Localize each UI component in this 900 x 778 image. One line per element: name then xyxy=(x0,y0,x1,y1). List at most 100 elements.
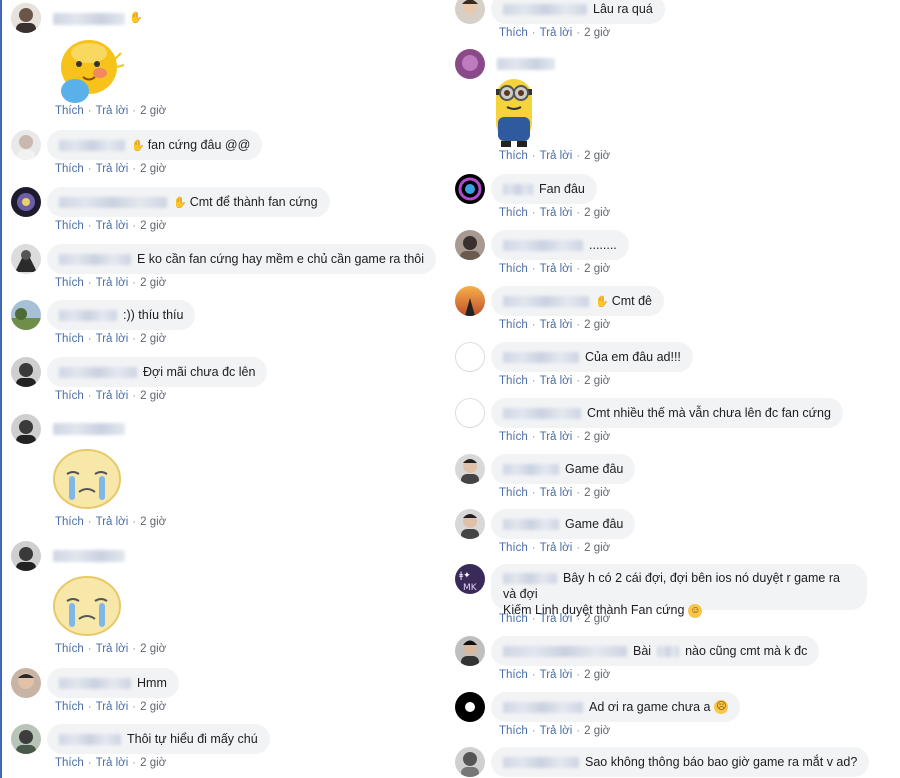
avatar[interactable] xyxy=(455,692,485,722)
commenter-name-blurred[interactable] xyxy=(59,253,131,265)
reply-link[interactable]: Trả lời xyxy=(540,725,573,737)
timestamp[interactable]: 2 giờ xyxy=(140,390,166,402)
like-link[interactable]: Thích xyxy=(55,105,84,117)
like-link[interactable]: Thích xyxy=(55,390,84,402)
reply-link[interactable]: Trả lời xyxy=(540,669,573,681)
like-link[interactable]: Thích xyxy=(499,613,528,625)
avatar[interactable] xyxy=(11,300,41,330)
commenter-name-blurred[interactable] xyxy=(503,701,583,713)
avatar[interactable] xyxy=(455,0,485,24)
like-link[interactable]: Thích xyxy=(55,163,84,175)
avatar[interactable] xyxy=(11,724,41,754)
like-link[interactable]: Thích xyxy=(499,27,528,39)
like-link[interactable]: Thích xyxy=(499,487,528,499)
reply-link[interactable]: Trả lời xyxy=(96,277,129,289)
avatar[interactable]: ǂ✦ MK xyxy=(455,564,485,594)
timestamp[interactable]: 2 giờ xyxy=(584,207,610,219)
reply-link[interactable]: Trả lời xyxy=(540,375,573,387)
reply-link[interactable]: Trả lời xyxy=(540,487,573,499)
reply-link[interactable]: Trả lời xyxy=(96,516,129,528)
like-link[interactable]: Thích xyxy=(55,643,84,655)
commenter-name-blurred[interactable] xyxy=(497,58,555,70)
reply-link[interactable]: Trả lời xyxy=(540,150,573,162)
avatar[interactable] xyxy=(11,187,41,217)
commenter-name-blurred[interactable] xyxy=(53,13,125,25)
avatar[interactable] xyxy=(11,668,41,698)
like-link[interactable]: Thích xyxy=(55,701,84,713)
timestamp[interactable]: 2 giờ xyxy=(584,375,610,387)
timestamp[interactable]: 2 giờ xyxy=(584,613,610,625)
commenter-name-blurred[interactable] xyxy=(503,463,559,475)
avatar[interactable] xyxy=(11,130,41,160)
avatar[interactable] xyxy=(11,357,41,387)
timestamp[interactable]: 2 giờ xyxy=(140,701,166,713)
like-link[interactable]: Thích xyxy=(55,277,84,289)
commenter-name-blurred[interactable] xyxy=(503,183,533,195)
like-link[interactable]: Thích xyxy=(499,263,528,275)
commenter-name-blurred[interactable] xyxy=(53,423,125,435)
reply-link[interactable]: Trả lời xyxy=(540,263,573,275)
avatar[interactable] xyxy=(11,244,41,274)
commenter-name-blurred[interactable] xyxy=(503,351,579,363)
avatar[interactable] xyxy=(11,414,41,444)
reply-link[interactable]: Trả lời xyxy=(96,701,129,713)
avatar[interactable] xyxy=(455,454,485,484)
timestamp[interactable]: 2 giờ xyxy=(584,487,610,499)
timestamp[interactable]: 2 giờ xyxy=(584,542,610,554)
commenter-name-blurred[interactable] xyxy=(53,550,125,562)
timestamp[interactable]: 2 giờ xyxy=(584,263,610,275)
like-link[interactable]: Thích xyxy=(499,431,528,443)
commenter-name-blurred[interactable] xyxy=(59,733,121,745)
commenter-name-blurred[interactable] xyxy=(503,239,583,251)
reply-link[interactable]: Trả lời xyxy=(96,163,129,175)
avatar[interactable] xyxy=(455,747,485,777)
timestamp[interactable]: 2 giờ xyxy=(584,319,610,331)
timestamp[interactable]: 2 giờ xyxy=(140,220,166,232)
like-link[interactable]: Thích xyxy=(55,333,84,345)
commenter-name-blurred[interactable] xyxy=(503,756,579,768)
commenter-name-blurred[interactable] xyxy=(503,3,587,15)
like-link[interactable]: Thích xyxy=(55,220,84,232)
avatar[interactable] xyxy=(11,541,41,571)
commenter-name-blurred[interactable] xyxy=(503,295,589,307)
avatar[interactable] xyxy=(455,230,485,260)
reply-link[interactable]: Trả lời xyxy=(540,27,573,39)
avatar[interactable] xyxy=(11,3,41,33)
like-link[interactable]: Thích xyxy=(499,207,528,219)
commenter-name-blurred[interactable] xyxy=(503,518,559,530)
like-link[interactable]: Thích xyxy=(499,542,528,554)
timestamp[interactable]: 2 giờ xyxy=(584,431,610,443)
timestamp[interactable]: 2 giờ xyxy=(140,757,166,769)
reply-link[interactable]: Trả lời xyxy=(540,319,573,331)
timestamp[interactable]: 2 giờ xyxy=(140,105,166,117)
timestamp[interactable]: 2 giờ xyxy=(584,725,610,737)
reply-link[interactable]: Trả lời xyxy=(540,431,573,443)
commenter-name-blurred[interactable] xyxy=(503,645,627,657)
avatar[interactable] xyxy=(455,509,485,539)
reply-link[interactable]: Trả lời xyxy=(96,220,129,232)
reply-link[interactable]: Trả lời xyxy=(96,390,129,402)
avatar[interactable] xyxy=(455,636,485,666)
reply-link[interactable]: Trả lời xyxy=(96,643,129,655)
commenter-name-blurred[interactable] xyxy=(59,196,167,208)
timestamp[interactable]: 2 giờ xyxy=(584,27,610,39)
timestamp[interactable]: 2 giờ xyxy=(140,277,166,289)
commenter-name-blurred[interactable] xyxy=(59,139,125,151)
commenter-name-blurred[interactable] xyxy=(59,366,137,378)
timestamp[interactable]: 2 giờ xyxy=(584,150,610,162)
avatar[interactable] xyxy=(455,398,485,428)
avatar[interactable] xyxy=(455,286,485,316)
commenter-name-blurred[interactable] xyxy=(59,309,117,321)
reply-link[interactable]: Trả lời xyxy=(96,333,129,345)
avatar[interactable] xyxy=(455,49,485,79)
timestamp[interactable]: 2 giờ xyxy=(140,643,166,655)
like-link[interactable]: Thích xyxy=(499,319,528,331)
like-link[interactable]: Thích xyxy=(499,375,528,387)
like-link[interactable]: Thích xyxy=(55,516,84,528)
reply-link[interactable]: Trả lời xyxy=(540,613,573,625)
avatar[interactable] xyxy=(455,342,485,372)
like-link[interactable]: Thích xyxy=(55,757,84,769)
timestamp[interactable]: 2 giờ xyxy=(140,516,166,528)
reply-link[interactable]: Trả lời xyxy=(540,207,573,219)
like-link[interactable]: Thích xyxy=(499,669,528,681)
